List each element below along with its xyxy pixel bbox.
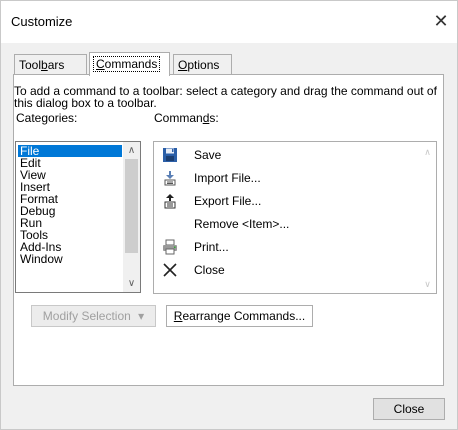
close-button[interactable]: Close bbox=[373, 398, 445, 420]
tab-toolbars[interactable]: Toolbars bbox=[14, 54, 87, 74]
close-icon bbox=[162, 262, 178, 278]
command-label: Import File... bbox=[194, 171, 261, 185]
scroll-up-icon[interactable]: ∧ bbox=[123, 142, 140, 159]
rearrange-commands-button[interactable]: Rearrange Commands... bbox=[166, 305, 313, 327]
dialog-title: Customize bbox=[11, 14, 73, 29]
categories-listbox[interactable]: File Edit View Insert Format Debug Run T… bbox=[15, 141, 141, 293]
categories-scrollbar[interactable]: ∧ ∨ bbox=[123, 142, 140, 292]
instructions-text: To add a command to a toolbar: select a … bbox=[14, 84, 437, 110]
print-icon bbox=[162, 239, 178, 255]
dropdown-arrow-icon: ▾ bbox=[138, 309, 145, 323]
commands-listbox[interactable]: Save Import File... Export File... Remov… bbox=[153, 141, 437, 294]
scroll-up-icon[interactable]: ∧ bbox=[419, 144, 436, 161]
scroll-down-icon[interactable]: ∨ bbox=[123, 275, 140, 292]
title-bar: Customize ✕ bbox=[1, 1, 457, 43]
command-label: Print... bbox=[194, 240, 229, 254]
command-label: Save bbox=[194, 148, 222, 162]
save-icon bbox=[162, 147, 178, 163]
tab-label: Commands bbox=[92, 56, 161, 72]
close-window-icon[interactable]: ✕ bbox=[427, 7, 455, 35]
scrollbar-thumb[interactable] bbox=[125, 159, 138, 253]
import-file-icon bbox=[162, 170, 178, 186]
tab-options[interactable]: Options bbox=[173, 54, 232, 74]
customize-dialog: Customize ✕ Toolbars Commands Options To… bbox=[0, 0, 458, 430]
scroll-down-icon[interactable]: ∨ bbox=[419, 276, 436, 293]
command-label: Remove <Item>... bbox=[194, 217, 290, 231]
tab-label: Options bbox=[178, 58, 220, 72]
commands-scrollbar[interactable]: ∧ ∨ bbox=[419, 142, 436, 293]
tab-label: Toolbars bbox=[19, 58, 65, 72]
button-label: Modify Selection bbox=[42, 309, 131, 323]
modify-selection-button[interactable]: Modify Selection ▾ bbox=[31, 305, 156, 327]
tab-commands[interactable]: Commands bbox=[89, 52, 170, 76]
export-file-icon bbox=[162, 193, 178, 209]
commands-label: Commands: bbox=[154, 111, 219, 125]
button-label: Rearrange Commands... bbox=[173, 309, 306, 323]
categories-label: Categories: bbox=[16, 111, 78, 125]
command-label: Export File... bbox=[194, 194, 262, 208]
category-item-window[interactable]: Window bbox=[18, 253, 65, 265]
command-label: Close bbox=[194, 263, 225, 277]
